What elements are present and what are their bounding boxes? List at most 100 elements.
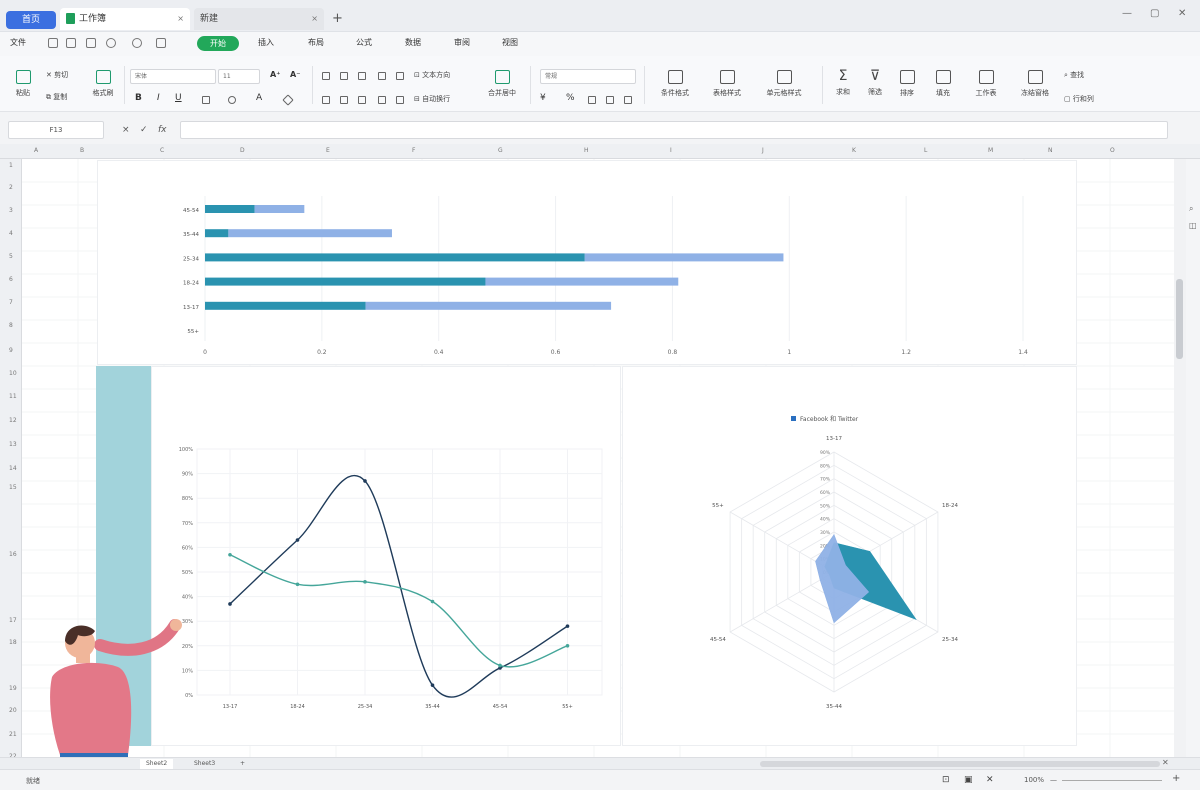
auto-wrap-button[interactable]: ⊟ 自动换行 <box>414 94 450 104</box>
indent-left-icon[interactable] <box>378 72 386 80</box>
italic-button[interactable]: I <box>157 93 160 103</box>
zoom-slider[interactable] <box>1062 780 1162 781</box>
clear-icon[interactable] <box>282 94 294 106</box>
row-label[interactable]: 2 <box>9 184 13 191</box>
restore-button[interactable]: ▢ <box>1150 8 1159 19</box>
fill-color-icon[interactable] <box>228 96 236 104</box>
format-painter-button[interactable]: 格式刷 <box>88 70 118 98</box>
indent-right-icon[interactable] <box>396 72 404 80</box>
minimize-button[interactable]: — <box>1122 8 1132 19</box>
add-tab-button[interactable]: + <box>326 8 349 30</box>
redo-icon[interactable] <box>132 38 142 48</box>
print-icon[interactable] <box>66 38 76 48</box>
column-label[interactable]: B <box>80 147 84 154</box>
row-label[interactable]: 1 <box>9 162 13 169</box>
fx-icon[interactable]: fx <box>158 125 167 135</box>
row-label[interactable]: 20 <box>9 707 17 714</box>
add-sheet-button[interactable]: + <box>234 759 251 769</box>
zoom-in-button[interactable]: + <box>1172 773 1180 784</box>
row-label[interactable]: 19 <box>9 685 17 692</box>
cancel-icon[interactable]: × <box>122 125 130 135</box>
row-label[interactable]: 8 <box>9 322 13 329</box>
row-label[interactable]: 14 <box>9 465 17 472</box>
row-label[interactable]: 17 <box>9 617 17 624</box>
panel-icon[interactable]: ◫ <box>1189 221 1197 230</box>
tab-home[interactable]: 首页 <box>6 11 56 29</box>
sum-button[interactable]: Σ 求和 <box>830 68 856 97</box>
name-box[interactable]: F13 <box>8 121 104 139</box>
column-label[interactable]: N <box>1048 147 1053 154</box>
menu-formula[interactable]: 公式 <box>356 37 372 48</box>
font-size-select[interactable]: 11 <box>218 69 260 84</box>
number-format-select[interactable]: 常规 <box>540 69 636 84</box>
cut-button[interactable]: ✕ 剪切 <box>46 70 82 80</box>
formula-input[interactable] <box>180 121 1168 139</box>
column-label[interactable]: D <box>240 147 245 154</box>
align-right-icon[interactable] <box>358 96 366 104</box>
sheet-tab[interactable]: Sheet2 <box>140 759 174 769</box>
tab-new[interactable]: 新建 × <box>194 8 324 30</box>
cell-style-button[interactable]: 单元格样式 <box>756 70 812 98</box>
underline-button[interactable]: U <box>175 93 182 103</box>
menu-start[interactable]: 开始 <box>197 36 239 51</box>
bar-chart[interactable]: 0 0.2 0.4 0.6 0.8 1 1.2 1.4 45-54 35-44 25-34 18-24… <box>97 160 1077 365</box>
row-label[interactable]: 4 <box>9 230 13 237</box>
column-label[interactable]: H <box>584 147 589 154</box>
close-tab-icon[interactable]: × <box>311 8 318 30</box>
menu-review[interactable]: 审阅 <box>454 37 470 48</box>
menu-view[interactable]: 视图 <box>502 37 518 48</box>
worksheet-button[interactable]: 工作表 <box>966 70 1006 98</box>
close-icon[interactable]: ✕ <box>1162 758 1169 767</box>
align-bottom-icon[interactable] <box>358 72 366 80</box>
menu-layout[interactable]: 布局 <box>308 37 324 48</box>
line-chart[interactable]: 0% 10% 20% 30% 40% 50% 60% 70% 80% 90% 100% 13-17 18… <box>151 366 621 746</box>
menu-file[interactable]: 文件 <box>10 37 26 48</box>
merge-button[interactable]: 合并居中 <box>480 70 524 98</box>
search-icon[interactable]: ⌕ <box>1189 204 1193 214</box>
row-label[interactable]: 21 <box>9 731 17 738</box>
row-label[interactable]: 16 <box>9 551 17 558</box>
percent-icon[interactable]: % <box>566 93 575 103</box>
page-layout-icon[interactable]: ▣ <box>964 775 973 785</box>
vertical-scrollbar[interactable] <box>1174 159 1186 757</box>
save-icon[interactable] <box>48 38 58 48</box>
font-name-select[interactable]: 宋体 <box>130 69 216 84</box>
filter-button[interactable]: ⊽ 筛选 <box>862 68 888 97</box>
paste-button[interactable]: 粘贴 <box>10 70 36 98</box>
thousands-icon[interactable] <box>588 96 596 104</box>
font-color-icon[interactable]: A <box>256 93 262 103</box>
find-button[interactable]: ⌕ 查找 <box>1064 70 1084 80</box>
row-label[interactable]: 18 <box>9 639 17 646</box>
bold-button[interactable]: B <box>135 93 142 103</box>
scroll-thumb[interactable] <box>1176 279 1183 359</box>
column-label[interactable]: C <box>160 147 164 154</box>
column-label[interactable]: M <box>988 147 993 154</box>
row-label[interactable]: 3 <box>9 207 13 214</box>
justify-icon[interactable] <box>378 96 386 104</box>
sort-button[interactable]: 排序 <box>894 70 920 98</box>
row-label[interactable]: 11 <box>9 393 17 400</box>
normal-view-icon[interactable]: ⊡ <box>942 775 950 785</box>
menu-insert[interactable]: 插入 <box>258 37 274 48</box>
align-middle-icon[interactable] <box>340 72 348 80</box>
column-label[interactable]: L <box>924 147 927 154</box>
row-label[interactable]: 5 <box>9 253 13 260</box>
menu-data[interactable]: 数据 <box>405 37 421 48</box>
page-break-icon[interactable]: ✕ <box>986 775 994 785</box>
radar-chart[interactable]: Facebook 和 Twitter0%10%20%30%40%50%60%70… <box>622 366 1077 746</box>
row-label[interactable]: 6 <box>9 276 13 283</box>
row-label[interactable]: 15 <box>9 484 17 491</box>
rows-cols-button[interactable]: ▢ 行和列 <box>1064 94 1094 104</box>
row-label[interactable]: 9 <box>9 347 13 354</box>
sheet-tab[interactable]: Sheet3 <box>188 759 221 769</box>
row-label[interactable]: 12 <box>9 417 17 424</box>
table-style-button[interactable]: 表格样式 <box>704 70 750 98</box>
column-label[interactable]: F <box>412 147 415 154</box>
align-left-icon[interactable] <box>322 96 330 104</box>
increase-font-icon[interactable]: A⁺ <box>270 70 280 79</box>
column-label[interactable]: J <box>762 147 764 154</box>
copy-button[interactable]: ⧉ 复制 <box>46 92 82 102</box>
conditional-format-button[interactable]: 条件格式 <box>652 70 698 98</box>
increase-decimal-icon[interactable] <box>606 96 614 104</box>
column-label[interactable]: K <box>852 147 856 154</box>
